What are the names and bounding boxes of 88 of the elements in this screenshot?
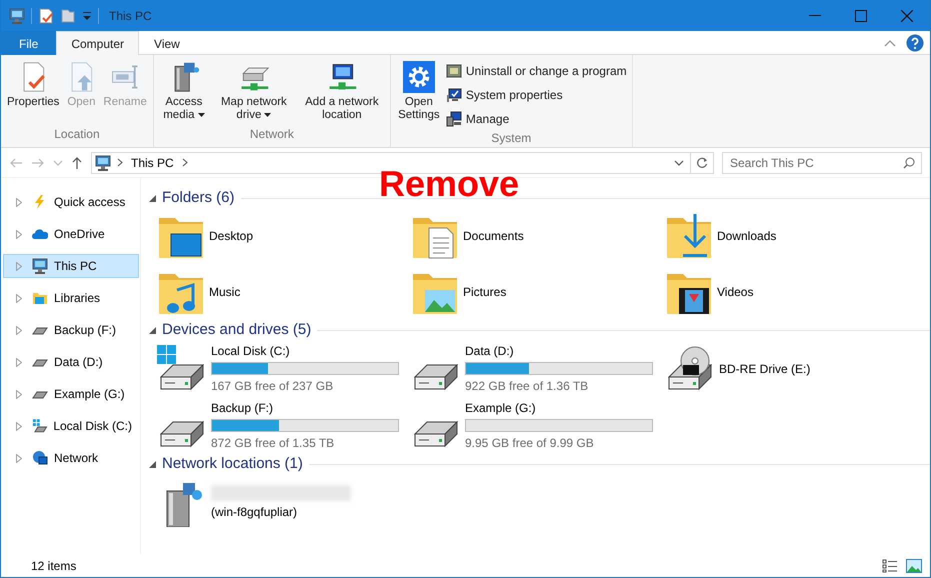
globe-icon xyxy=(32,450,48,466)
computer-icon xyxy=(95,154,111,170)
expand-arrow-icon[interactable] xyxy=(16,294,22,302)
folder-label[interactable]: Desktop xyxy=(209,227,254,245)
large-icons-view-icon[interactable] xyxy=(906,558,922,572)
file-tab[interactable]: File xyxy=(1,31,56,55)
back-arrow-icon xyxy=(9,156,23,168)
free-space-text: 167 GB free of 237 GB xyxy=(211,378,334,395)
group-label: Network xyxy=(248,126,295,143)
collapse-arrow-icon[interactable] xyxy=(149,460,156,468)
nav-item[interactable]: This PC xyxy=(3,254,139,278)
ribbon-button[interactable]: Properties xyxy=(4,59,62,111)
ribbon-button[interactable]: Uninstall or change a program xyxy=(444,61,629,81)
nav-item[interactable]: Backup (F:) xyxy=(3,318,139,342)
properties-icon[interactable] xyxy=(38,8,54,24)
expand-arrow-icon[interactable] xyxy=(16,390,22,398)
drive-label[interactable]: Backup (F:) xyxy=(211,399,399,417)
section-heading[interactable]: Folders (6) xyxy=(162,186,235,210)
folder-label[interactable]: Music xyxy=(209,283,240,301)
chevron-icon xyxy=(117,158,123,167)
ribbon-button[interactable]: Access media xyxy=(156,59,211,124)
expand-arrow-icon[interactable] xyxy=(16,198,22,206)
nav-item[interactable]: Example (G:) xyxy=(3,382,139,406)
forward-arrow-icon xyxy=(31,156,45,168)
ribbon-button[interactable]: Add a network location xyxy=(296,59,387,124)
section-heading[interactable]: Network locations (1) xyxy=(162,452,303,476)
close-icon xyxy=(901,10,913,22)
computer-icon[interactable] xyxy=(9,8,25,24)
drive-label[interactable]: Local Disk (C:) xyxy=(211,342,399,360)
maximize-icon xyxy=(855,10,867,22)
collapse-arrow-icon[interactable] xyxy=(149,326,156,334)
ribbon-tab[interactable]: View xyxy=(139,31,195,55)
settings-icon xyxy=(402,61,435,93)
expand-arrow-icon[interactable] xyxy=(16,454,22,462)
computer-icon xyxy=(32,258,48,274)
collapse-ribbon-icon[interactable] xyxy=(884,38,896,46)
new-folder-icon[interactable] xyxy=(60,8,76,24)
computer-check-icon xyxy=(446,87,462,103)
nav-item[interactable]: Local Disk (C:) xyxy=(3,414,139,438)
nav-item[interactable]: OneDrive xyxy=(3,222,139,246)
chevron-icon[interactable] xyxy=(182,158,188,167)
folder-label[interactable]: Pictures xyxy=(463,283,506,301)
nav-item[interactable]: Network xyxy=(3,446,139,470)
ribbon-tab[interactable]: Computer xyxy=(56,31,140,55)
disc-drive-icon[interactable] xyxy=(665,344,713,392)
drive-icon xyxy=(32,418,48,434)
group-label: System xyxy=(490,130,532,147)
nav-item[interactable]: Quick access xyxy=(3,190,139,214)
up-button[interactable] xyxy=(71,156,83,170)
free-space-text: 922 GB free of 1.36 TB xyxy=(465,378,590,395)
refresh-icon xyxy=(696,156,708,168)
drive-icon[interactable] xyxy=(157,344,205,392)
folder-label[interactable]: Videos xyxy=(717,283,754,301)
group-label: Location xyxy=(53,126,101,143)
details-view-icon[interactable] xyxy=(882,558,898,572)
expand-arrow-icon[interactable] xyxy=(16,422,22,430)
drive-label[interactable]: Example (G:) xyxy=(465,399,653,417)
ribbon-button[interactable]: Map network drive xyxy=(210,59,297,124)
folder-label[interactable]: Documents xyxy=(463,227,524,245)
expand-arrow-icon[interactable] xyxy=(16,326,22,334)
network-location-label[interactable]: (win-f8gqfupliar) xyxy=(211,502,351,520)
nav-item[interactable]: Libraries xyxy=(3,286,139,310)
collapse-arrow-icon[interactable] xyxy=(149,194,156,202)
dropdown-icon[interactable] xyxy=(674,158,684,166)
program-icon xyxy=(446,63,462,79)
library-folder-icon xyxy=(32,290,48,306)
minimize-icon xyxy=(809,15,821,16)
item-count: 12 items xyxy=(31,558,76,574)
breadcrumb[interactable]: This PC xyxy=(129,154,176,172)
up-arrow-icon xyxy=(71,156,83,170)
ribbon-button[interactable]: Manage xyxy=(444,109,629,129)
folder-label[interactable]: Downloads xyxy=(717,227,776,245)
free-space-text: 872 GB free of 1.35 TB xyxy=(211,435,336,452)
expand-arrow-icon[interactable] xyxy=(16,358,22,366)
ribbon-button[interactable]: Open Settings xyxy=(394,59,444,124)
section-heading[interactable]: Devices and drives (5) xyxy=(162,318,312,342)
ribbon-button[interactable]: System properties xyxy=(444,85,629,105)
window-title: This PC xyxy=(109,8,152,24)
search-field[interactable]: Search This PC xyxy=(722,152,922,174)
drive-label[interactable]: BD-RE Drive (E:) xyxy=(719,360,810,378)
free-space-text: 9.95 GB free of 9.99 GB xyxy=(465,435,595,452)
help-icon[interactable] xyxy=(906,34,924,52)
annotation-text: Remove xyxy=(379,164,520,204)
expand-arrow-icon[interactable] xyxy=(16,230,22,238)
search-icon xyxy=(903,156,915,168)
drive-label[interactable]: Data (D:) xyxy=(465,342,653,360)
nav-item[interactable]: Data (D:) xyxy=(3,350,139,374)
computer-management-icon xyxy=(446,111,462,127)
